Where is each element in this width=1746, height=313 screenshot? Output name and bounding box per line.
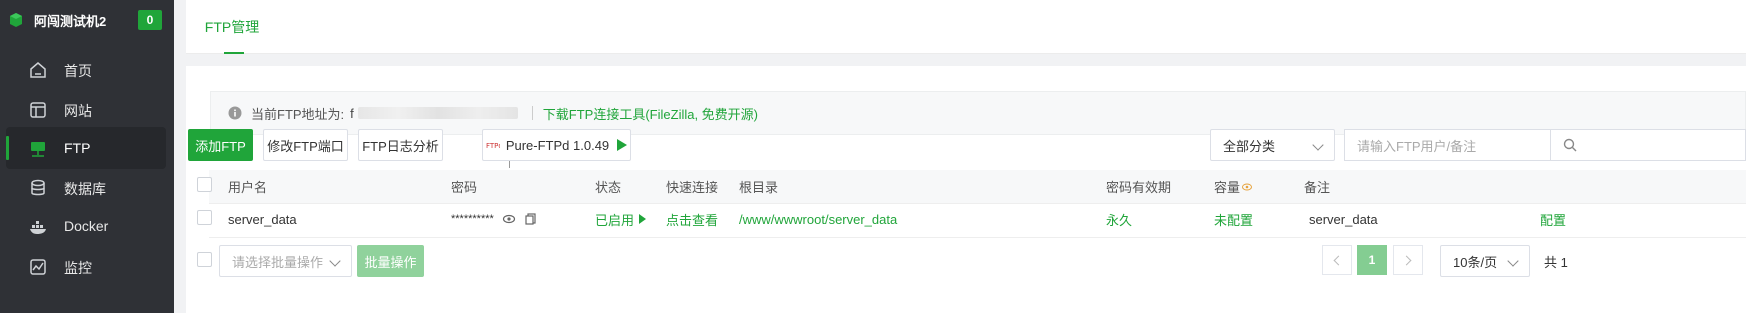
- divider: [531, 106, 533, 120]
- sidebar-item-label: 首页: [64, 63, 92, 79]
- message-count-badge[interactable]: 0: [138, 10, 162, 30]
- page-button-current[interactable]: 1: [1357, 245, 1387, 275]
- header-password: 密码: [451, 180, 478, 195]
- footer-select-all-checkbox[interactable]: [197, 252, 212, 267]
- header-quick-connect: 快速连接: [666, 180, 719, 195]
- show-password-icon[interactable]: [502, 212, 516, 226]
- logo-icon: [10, 13, 22, 27]
- pure-ftpd-service-button[interactable]: FTPd Pure-FTPd 1.0.49: [482, 129, 631, 161]
- total-count: 共 1: [1544, 255, 1568, 270]
- server-name[interactable]: 阿闯测试机2: [34, 11, 106, 30]
- svg-text:FTPd: FTPd: [486, 142, 500, 150]
- eye-icon[interactable]: [1242, 182, 1253, 192]
- sidebar-item-label: 监控: [64, 260, 92, 276]
- header-capacity: 容量: [1214, 170, 1253, 203]
- sidebar-item-ftp[interactable]: FTP: [6, 127, 166, 169]
- add-ftp-button[interactable]: 添加FTP: [188, 129, 253, 161]
- chevron-down-icon: [329, 255, 341, 267]
- header-capacity-label: 容量: [1214, 180, 1241, 195]
- batch-operation-select[interactable]: 请选择批量操作: [219, 245, 352, 277]
- search-input[interactable]: 请输入FTP用户/备注: [1344, 129, 1746, 161]
- sidebar-item-label: Docker: [64, 218, 109, 234]
- log-analysis-button[interactable]: FTP日志分析: [358, 129, 443, 161]
- header-password-expiry[interactable]: 密码有效期: [1106, 170, 1171, 203]
- redacted-address: [357, 107, 518, 119]
- row-remark[interactable]: server_data: [1309, 201, 1378, 237]
- table-row: server_data ********** 已启用 点击查看 /www/www…: [197, 201, 1746, 238]
- database-icon: [31, 179, 45, 196]
- header-root-dir: 根目录: [739, 180, 779, 195]
- header-status: 状态: [595, 180, 622, 195]
- play-icon: [617, 139, 628, 151]
- ftp-icon: [31, 142, 45, 157]
- batch-select-placeholder: 请选择批量操作: [232, 254, 324, 270]
- expiry-link[interactable]: 永久: [1106, 201, 1132, 237]
- modify-port-button[interactable]: 修改FTP端口: [263, 129, 348, 161]
- category-select[interactable]: 全部分类: [1210, 129, 1335, 161]
- row-checkbox[interactable]: [197, 210, 212, 225]
- root-dir-link[interactable]: /www/wwwroot/server_data: [739, 201, 897, 237]
- service-label: Pure-FTPd 1.0.49: [505, 137, 610, 153]
- capacity-link[interactable]: 未配置: [1214, 201, 1253, 237]
- header-username[interactable]: 用户名: [228, 170, 267, 203]
- page-size-select[interactable]: 10条/页: [1440, 245, 1530, 277]
- sidebar-item-docker[interactable]: Docker: [6, 205, 166, 247]
- row-username: server_data: [228, 211, 297, 227]
- active-indicator: [6, 136, 9, 160]
- sidebar-item-database[interactable]: 数据库: [6, 166, 166, 208]
- sidebar-item-label: 网站: [64, 103, 92, 119]
- tab-active-underline: [224, 52, 244, 54]
- table-header: 用户名 密码 状态 快速连接 根目录 密码有效期 容量 备注: [197, 170, 1746, 204]
- header-remark: 备注: [1304, 180, 1331, 195]
- docker-icon: [30, 221, 46, 234]
- quick-connect-link[interactable]: 点击查看: [666, 201, 718, 237]
- sidebar-item-website[interactable]: 网站: [6, 88, 166, 130]
- sidebar: 阿闯测试机2 0 首页 网站 FTP 数据库 Docker 监控: [0, 0, 174, 313]
- search-icon[interactable]: [1563, 138, 1577, 152]
- search-placeholder: 请输入FTP用户/备注: [1357, 138, 1477, 154]
- sidebar-item-home[interactable]: 首页: [6, 48, 166, 90]
- password-mask: **********: [451, 213, 494, 225]
- page-size-value: 10条/页: [1453, 254, 1498, 270]
- home-icon: [30, 62, 46, 78]
- brand: 阿闯测试机2 0: [0, 0, 174, 40]
- sidebar-item-label: 数据库: [64, 181, 106, 197]
- info-icon: [228, 106, 242, 120]
- play-icon: [639, 214, 647, 224]
- chevron-right-icon: [1401, 255, 1412, 265]
- ftpd-logo-icon: FTPd: [486, 142, 500, 150]
- chevron-down-icon: [1507, 255, 1519, 267]
- next-page-button[interactable]: [1393, 245, 1423, 275]
- tab-label: FTP管理: [204, 19, 260, 35]
- row-password: **********: [451, 201, 538, 237]
- select-all-checkbox[interactable]: [197, 177, 212, 192]
- download-tool-link[interactable]: 下载FTP连接工具(FileZilla, 免费开源): [543, 104, 758, 123]
- copy-icon[interactable]: [524, 212, 538, 226]
- category-select-value: 全部分类: [1223, 138, 1276, 154]
- sidebar-item-label: FTP: [64, 140, 91, 156]
- status-label: 已启用: [595, 212, 635, 228]
- ftp-address: f: [350, 105, 354, 121]
- prev-page-button[interactable]: [1322, 245, 1352, 275]
- row-status[interactable]: 已启用: [595, 201, 647, 237]
- configure-link[interactable]: 配置: [1540, 201, 1566, 237]
- monitor-icon: [30, 259, 46, 275]
- chevron-down-icon: [1312, 139, 1324, 151]
- notice-prefix: 当前FTP地址为:: [251, 106, 345, 122]
- chevron-left-icon: [1333, 255, 1344, 265]
- search-divider: [1550, 129, 1551, 161]
- tab-bar: FTP管理: [186, 0, 1746, 54]
- batch-operation-button[interactable]: 批量操作: [357, 245, 424, 277]
- sidebar-item-monitor[interactable]: 监控: [6, 245, 166, 287]
- website-icon: [30, 102, 46, 118]
- tab-ftp-management[interactable]: FTP管理: [186, 0, 278, 54]
